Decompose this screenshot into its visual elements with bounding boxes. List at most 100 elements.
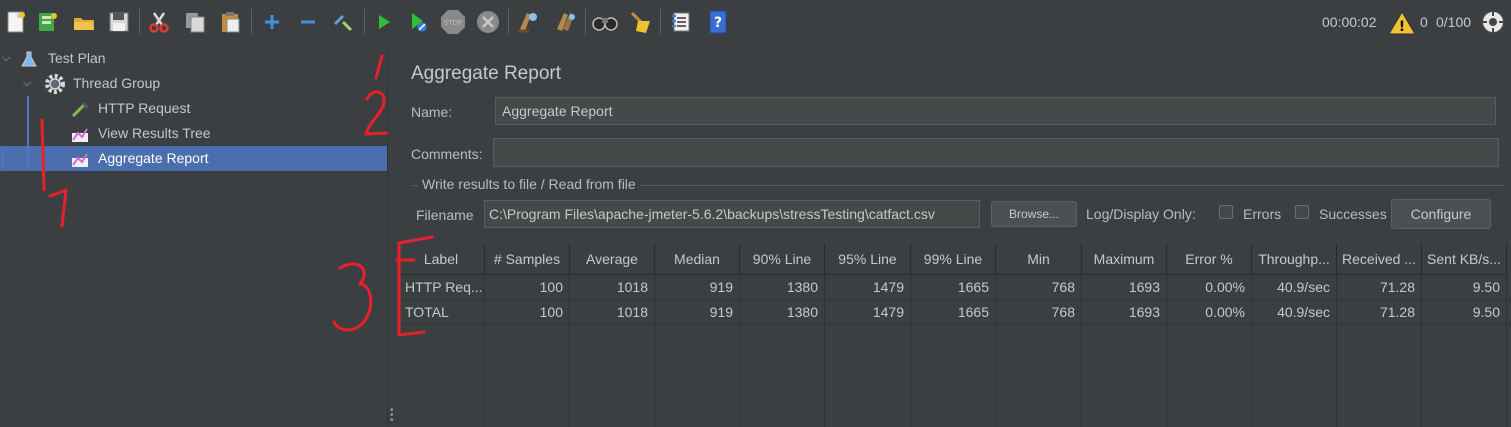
- table-cell: 100: [539, 279, 563, 295]
- splitter[interactable]: [387, 46, 398, 427]
- elapsed-time: 00:00:02: [1322, 14, 1377, 30]
- table-cell: TOTAL: [405, 304, 449, 320]
- tree-guide: [27, 96, 29, 170]
- chevron-down-icon[interactable]: ⌵: [23, 77, 31, 90]
- tree-item-aggregate-report[interactable]: Aggregate Report: [0, 146, 387, 171]
- table-cell: 1380: [786, 304, 818, 320]
- clear-icon[interactable]: [514, 7, 542, 37]
- table-cell: 1693: [1128, 304, 1160, 320]
- function-helper-icon[interactable]: [667, 7, 695, 37]
- table-cell: HTTP Req...: [405, 279, 483, 295]
- tree-item-http-request[interactable]: HTTP Request: [0, 96, 387, 121]
- browse-button[interactable]: Browse...: [991, 201, 1077, 227]
- warning-count: 0: [1420, 14, 1428, 30]
- splitter-handle[interactable]: • • •: [390, 406, 394, 426]
- test-plan-tree: ⌵ Test Plan ⌵ Thread Group HTTP Request …: [0, 46, 387, 427]
- table-cell: 1479: [872, 279, 904, 295]
- help-icon[interactable]: ?: [704, 7, 732, 37]
- table-cell: 9.50: [1472, 279, 1500, 295]
- column-header[interactable]: Maximum: [1082, 243, 1167, 275]
- name-field[interactable]: Aggregate Report: [495, 97, 1496, 125]
- collapse-icon[interactable]: [294, 7, 322, 37]
- errors-checkbox[interactable]: [1219, 205, 1233, 219]
- tree-item-label: Test Plan: [48, 50, 106, 66]
- aggregate-report-panel: Aggregate Report Name: Aggregate Report …: [398, 46, 1511, 427]
- table-cell: 71.28: [1379, 279, 1415, 295]
- reset-search-icon[interactable]: [627, 7, 655, 37]
- column-header[interactable]: Min: [996, 243, 1082, 275]
- table-cell: 919: [709, 279, 733, 295]
- copy-icon[interactable]: [181, 7, 209, 37]
- start-no-pauses-icon[interactable]: [404, 7, 432, 37]
- flask-icon: [20, 50, 38, 71]
- table-cell: 1479: [872, 304, 904, 320]
- column-header[interactable]: Label: [398, 243, 485, 275]
- tree-item-label: HTTP Request: [98, 100, 191, 116]
- table-cell: 1018: [616, 304, 648, 320]
- clear-all-icon[interactable]: [551, 7, 579, 37]
- table-cell: 1018: [616, 279, 648, 295]
- tree-item-label: View Results Tree: [98, 125, 211, 141]
- active-threads: 0/100: [1436, 14, 1472, 30]
- tree-item-test-plan[interactable]: ⌵ Test Plan: [0, 46, 387, 71]
- save-icon[interactable]: [105, 7, 133, 37]
- filename-field[interactable]: C:\Program Files\apache-jmeter-5.6.2\bac…: [484, 200, 980, 228]
- column-header[interactable]: # Samples: [485, 243, 570, 275]
- results-table: Label # Samples Average Median 90% Line 95% L…: [398, 243, 1511, 427]
- tree-item-thread-group[interactable]: ⌵ Thread Group: [0, 71, 387, 96]
- column-header[interactable]: 95% Line: [825, 243, 911, 275]
- shutdown-icon[interactable]: [474, 7, 502, 37]
- table-cell: 0.00%: [1205, 304, 1245, 320]
- cut-icon[interactable]: [145, 7, 173, 37]
- table-row[interactable]: HTTP Req... 100 1018 919 1380 1479 1665 768 1693…: [398, 275, 1511, 300]
- table-cell: 40.9/sec: [1277, 279, 1330, 295]
- gear-icon: [44, 73, 66, 98]
- column-header[interactable]: Received ...: [1337, 243, 1422, 275]
- chevron-down-icon[interactable]: ⌵: [2, 52, 10, 65]
- paste-icon[interactable]: [217, 7, 245, 37]
- svg-text:!: !: [1399, 19, 1405, 35]
- column-header[interactable]: Sent KB/s...: [1422, 243, 1507, 275]
- expand-icon[interactable]: [258, 7, 286, 37]
- table-cell: 1693: [1128, 279, 1160, 295]
- configure-button[interactable]: Configure: [1391, 199, 1491, 229]
- table-cell: 768: [1051, 279, 1075, 295]
- tree-item-label: Thread Group: [73, 75, 161, 91]
- column-header[interactable]: Average: [570, 243, 655, 275]
- toolbar: STOP ? 00:00:02 ! 0 0/100: [0, 0, 1511, 47]
- column-header[interactable]: 99% Line: [911, 243, 996, 275]
- successes-label: Successes: [1319, 206, 1387, 222]
- column-header[interactable]: 90% Line: [740, 243, 825, 275]
- column-header[interactable]: Error %: [1167, 243, 1252, 275]
- errors-label: Errors: [1243, 206, 1282, 222]
- table-cell: 919: [709, 304, 733, 320]
- table-header: Label # Samples Average Median 90% Line 95% L…: [398, 243, 1511, 275]
- svg-text:?: ?: [714, 15, 722, 31]
- name-label: Name:: [411, 104, 453, 120]
- templates-icon[interactable]: [33, 7, 61, 37]
- report-icon: [70, 125, 90, 146]
- open-icon[interactable]: [70, 7, 98, 37]
- table-cell: 0.00%: [1205, 279, 1245, 295]
- warning-icon[interactable]: !: [1388, 10, 1416, 38]
- successes-checkbox[interactable]: [1295, 205, 1309, 219]
- column-header[interactable]: Throughp...: [1252, 243, 1337, 275]
- comments-field[interactable]: [493, 138, 1499, 167]
- stop-icon[interactable]: STOP: [439, 7, 467, 37]
- tree-guide: [2, 150, 4, 170]
- gear-icon[interactable]: [1480, 9, 1506, 38]
- table-cell: 71.28: [1379, 304, 1415, 320]
- svg-text:STOP: STOP: [444, 19, 462, 27]
- search-icon[interactable]: [591, 7, 619, 37]
- table-cell: 1380: [786, 279, 818, 295]
- start-icon[interactable]: [369, 7, 397, 37]
- table-body: HTTP Req... 100 1018 919 1380 1479 1665 768 1693…: [398, 275, 1511, 427]
- filename-label: Filename: [416, 207, 474, 223]
- toggle-icon[interactable]: [329, 7, 357, 37]
- table-row[interactable]: TOTAL 100 1018 919 1380 1479 1665 768 1693 0.00% 4…: [398, 300, 1511, 325]
- tree-item-view-results-tree[interactable]: View Results Tree: [0, 121, 387, 146]
- column-header[interactable]: Median: [655, 243, 740, 275]
- new-icon[interactable]: [2, 7, 30, 37]
- table-cell: 1665: [957, 304, 989, 320]
- table-cell: 9.50: [1472, 304, 1500, 320]
